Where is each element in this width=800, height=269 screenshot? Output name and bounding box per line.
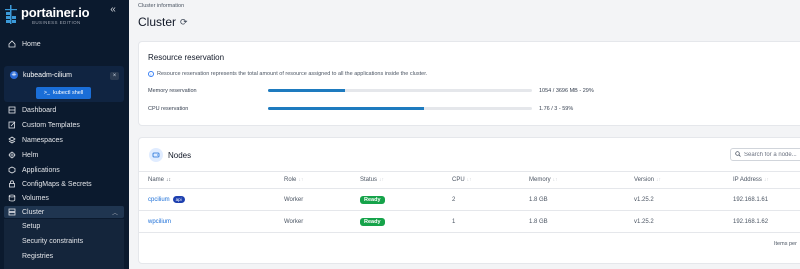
cpu-reservation-label: CPU reservation: [148, 106, 189, 112]
column-header-status[interactable]: Status ↓↑: [360, 177, 384, 183]
search-icon: [735, 150, 741, 159]
divider: [139, 188, 800, 189]
sort-desc-icon: ↓↕: [166, 177, 172, 183]
nodes-title: Nodes: [168, 150, 192, 160]
sidebar-item-custom-templates[interactable]: Custom Templates: [4, 119, 124, 131]
sidebar-item-namespaces[interactable]: Namespaces: [4, 134, 124, 146]
divider: [139, 210, 800, 211]
sidebar-item-home[interactable]: Home: [8, 38, 41, 50]
kubernetes-icon: ⎈: [10, 71, 18, 79]
refresh-icon[interactable]: ⟳: [180, 17, 188, 28]
lock-icon: [8, 180, 16, 188]
node-role: Worker: [284, 197, 304, 203]
memory-reservation-label: Memory reservation: [148, 88, 197, 94]
column-header-version[interactable]: Version ↓↑: [634, 177, 661, 183]
database-icon: [8, 194, 16, 202]
resource-reservation-card: Resource reservation i Resource reservat…: [138, 41, 800, 126]
sidebar-item-configmaps-secrets[interactable]: ConfigMaps & Secrets: [4, 178, 124, 190]
node-search-box[interactable]: [730, 148, 800, 161]
hdd-icon: [149, 148, 163, 162]
divider: [139, 232, 800, 233]
node-status: Ready: [360, 218, 385, 226]
page-title: Cluster ⟳: [138, 15, 188, 29]
column-header-cpu[interactable]: CPU ↓↑: [452, 177, 472, 183]
divider: [139, 171, 800, 172]
column-header-name[interactable]: Name ↓↕: [148, 177, 171, 183]
node-cpu: 1: [452, 219, 456, 225]
node-name-link[interactable]: wpcilium: [148, 219, 171, 225]
helm-icon: [8, 151, 16, 159]
memory-reservation-bar: [268, 89, 532, 92]
sidebar-subitem-setup[interactable]: Setup: [22, 223, 40, 230]
status-badge: Ready: [360, 218, 385, 226]
breadcrumb: Cluster information: [138, 3, 185, 9]
nodes-header: Nodes: [149, 148, 191, 162]
column-header-role[interactable]: Role ↓↑: [284, 177, 303, 183]
cpu-reservation-bar: [268, 107, 532, 110]
sidebar-subitem-security-constraints[interactable]: Security constraints: [22, 238, 83, 245]
portainer-logo[interactable]: portainer.io BUSINESS EDITION: [5, 5, 120, 27]
sort-icon: ↓↑: [656, 177, 662, 183]
chevron-up-icon: ︿: [111, 210, 118, 217]
node-memory: 1.8 GB: [529, 197, 548, 203]
applications-icon: [8, 166, 16, 174]
memory-reservation-value: 1054 / 3696 MB - 29%: [539, 88, 594, 94]
search-input[interactable]: [744, 151, 800, 158]
kubectl-shell-button[interactable]: >_ kubectl shell: [36, 87, 91, 99]
close-environment-button[interactable]: ×: [110, 72, 119, 80]
main-content: Cluster information Cluster ⟳ Resource r…: [129, 0, 800, 269]
resource-reservation-info: i Resource reservation represents the to…: [148, 71, 427, 77]
sort-icon: ↓↑: [298, 177, 304, 183]
layers-icon: [8, 136, 16, 144]
brand-name: portainer.io: [21, 5, 90, 20]
api-badge: api: [172, 196, 185, 203]
dashboard-icon: [8, 106, 16, 114]
table-row: wpcilium: [148, 219, 171, 225]
sidebar: portainer.io BUSINESS EDITION « Home ⎈ k…: [0, 0, 129, 269]
brand-edition: BUSINESS EDITION: [32, 20, 81, 25]
sidebar-item-helm[interactable]: Helm: [4, 149, 124, 161]
status-badge: Ready: [360, 196, 385, 204]
node-status: Ready: [360, 196, 385, 204]
sort-icon: ↓↑: [763, 177, 769, 183]
portainer-logo-icon: [5, 5, 17, 24]
sort-icon: ↓↑: [379, 177, 385, 183]
info-icon: i: [148, 71, 154, 77]
nodes-card: Nodes Name↓↕ Role↓↑ Status↓↑ CPU↓↑ Memor…: [138, 137, 800, 264]
sidebar-item-label: Home: [22, 40, 41, 48]
node-ip: 192.168.1.62: [733, 219, 769, 225]
sort-icon: ↓↑: [552, 177, 558, 183]
sidebar-item-applications[interactable]: Applications: [4, 164, 124, 176]
environment-panel: ⎈ kubeadm-cilium × >_ kubectl shell: [4, 66, 124, 102]
sort-icon: ↓↑: [466, 177, 472, 183]
environment-name[interactable]: ⎈ kubeadm-cilium: [10, 71, 72, 79]
sidebar-item-dashboard[interactable]: Dashboard: [4, 104, 124, 116]
column-header-ip-address[interactable]: IP Address ↓↑: [733, 177, 769, 183]
node-role: Worker: [284, 219, 304, 225]
node-version: v1.25.2: [634, 219, 654, 225]
server-icon: [8, 208, 16, 216]
home-icon: [8, 40, 16, 48]
node-cpu: 2: [452, 197, 456, 203]
cpu-reservation-value: 1.76 / 3 - 59%: [539, 106, 574, 112]
edit-icon: [8, 121, 16, 129]
sidebar-item-cluster[interactable]: Cluster ︿: [4, 206, 124, 218]
sidebar-item-volumes[interactable]: Volumes: [4, 192, 124, 204]
node-ip: 192.168.1.61: [733, 197, 769, 203]
table-row: cpcilium api: [148, 196, 185, 203]
node-name-link[interactable]: cpcilium: [148, 197, 170, 203]
double-chevron-left-icon[interactable]: «: [106, 4, 120, 16]
node-memory: 1.8 GB: [529, 219, 548, 225]
terminal-icon: >_: [43, 90, 50, 96]
node-version: v1.25.2: [634, 197, 654, 203]
sidebar-subitem-registries[interactable]: Registries: [22, 253, 53, 260]
column-header-memory[interactable]: Memory ↓↑: [529, 177, 558, 183]
items-per-page-label: Items per: [774, 241, 797, 247]
resource-reservation-title: Resource reservation: [148, 53, 225, 62]
